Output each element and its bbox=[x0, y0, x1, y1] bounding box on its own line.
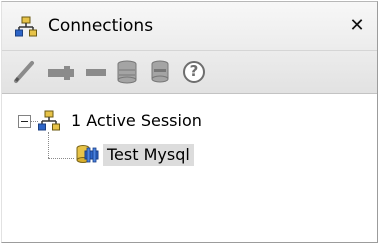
close-icon: ✕ bbox=[349, 15, 365, 36]
panel-title-bar: Connections ✕ bbox=[2, 2, 377, 51]
tree-item-test-mysql[interactable]: Test Mysql bbox=[103, 144, 194, 166]
panel-toolbar: ? bbox=[2, 51, 377, 94]
help-glyph: ? bbox=[189, 62, 199, 80]
pencil-edit-icon bbox=[14, 61, 34, 83]
minus-remove-icon bbox=[86, 69, 106, 76]
database-stack-icon bbox=[151, 60, 169, 83]
help-button[interactable]: ? bbox=[180, 58, 208, 86]
tree-connector bbox=[48, 132, 49, 158]
tree-item-active-session[interactable]: 1 Active Session bbox=[71, 111, 202, 131]
close-button[interactable]: ✕ bbox=[345, 14, 369, 38]
disconnect-button[interactable] bbox=[46, 58, 74, 86]
database-button[interactable] bbox=[113, 58, 141, 86]
session-network-icon bbox=[38, 110, 60, 131]
network-tree-icon bbox=[15, 16, 37, 37]
collapse-toggle[interactable] bbox=[18, 115, 31, 128]
database-icon bbox=[117, 60, 137, 84]
connections-tree: 1 Active Session Test Mysql bbox=[2, 94, 377, 242]
remove-button[interactable] bbox=[82, 58, 110, 86]
connections-panel: Connections ✕ ? 1 Active Session Test My… bbox=[1, 1, 378, 243]
tree-connector bbox=[48, 158, 74, 159]
database-stack-button[interactable] bbox=[146, 58, 174, 86]
disconnect-plug-icon bbox=[48, 66, 74, 80]
edit-button[interactable] bbox=[11, 58, 39, 86]
database-connection-icon bbox=[76, 145, 99, 163]
tree-connector bbox=[31, 121, 38, 122]
panel-title: Connections bbox=[48, 16, 154, 36]
